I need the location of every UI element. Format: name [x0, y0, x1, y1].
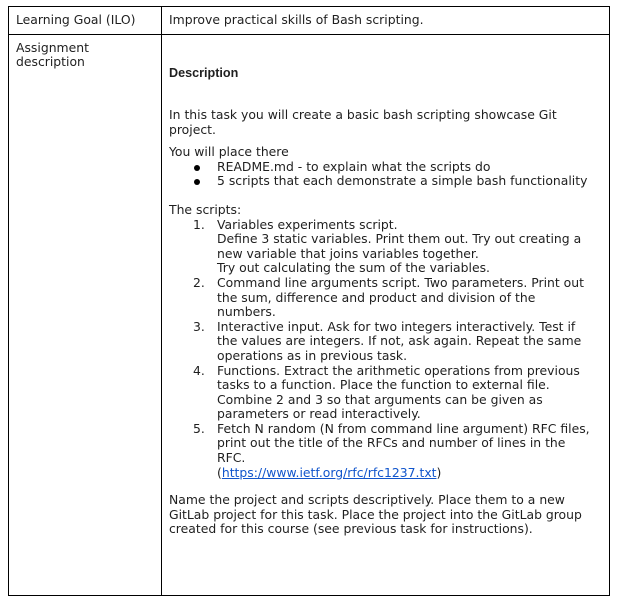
- bullet-dot-icon: [194, 179, 200, 186]
- script-item: 3. Interactive input. Ask for two intege…: [193, 318, 597, 364]
- assignment-table: Learning Goal (ILO) Improve practical sk…: [8, 6, 610, 596]
- ilo-row: Learning Goal (ILO) Improve practical sk…: [8, 6, 610, 35]
- bullet-text: 5 scripts that each demonstrate a simple…: [217, 173, 588, 189]
- script-number: 3.: [193, 318, 205, 334]
- bullet-item: 5 scripts that each demonstrate a simple…: [191, 174, 597, 189]
- assignment-label-line2: description: [16, 54, 85, 69]
- bullet-text: README.md - to explain what the scripts …: [217, 158, 491, 174]
- bullet-list: README.md - to explain what the scripts …: [169, 158, 597, 189]
- rfc-link-line: (https://www.ietf.org/rfc/rfc1237.txt): [217, 464, 597, 481]
- ilo-value: Improve practical skills of Bash scripti…: [169, 12, 424, 27]
- assignment-description-cell: Description In this task you will create…: [161, 34, 610, 596]
- rfc-link[interactable]: https://www.ietf.org/rfc/rfc1237.txt: [222, 465, 437, 480]
- script-item: 5. Fetch N random (N from command line a…: [193, 420, 597, 481]
- bullet-item: README.md - to explain what the scripts …: [191, 158, 597, 175]
- assignment-label-line1: Assignment: [16, 40, 89, 55]
- place-there-block: You will place there README.md - to expl…: [169, 145, 597, 189]
- intro-paragraph: In this task you will create a basic bas…: [169, 107, 557, 137]
- script-text: Interactive input. Ask for two integers …: [217, 318, 582, 363]
- assignment-row: Assignment description Description In th…: [8, 34, 610, 596]
- scripts-heading: The scripts:: [169, 201, 242, 217]
- assignment-label-cell: Assignment description: [8, 34, 162, 596]
- script-item: 2. Command line arguments script. Two pa…: [193, 274, 597, 320]
- script-text: Command line arguments script. Two param…: [217, 274, 584, 320]
- script-item: 4. Functions. Extract the arithmetic ope…: [193, 362, 597, 422]
- assignment-description: Description In this task you will create…: [162, 35, 597, 537]
- ilo-label: Learning Goal (ILO): [16, 12, 136, 27]
- script-text: Functions. Extract the arithmetic operat…: [217, 362, 580, 422]
- description-heading: Description: [169, 66, 239, 80]
- scripts-list: 1. Variables experiments script. Define …: [169, 216, 597, 481]
- script-number: 4.: [193, 362, 205, 378]
- script-item: 1. Variables experiments script. Define …: [193, 216, 597, 276]
- rfc-link-suffix: ): [436, 464, 442, 480]
- scripts-block: The scripts: 1. Variables experiments sc…: [169, 201, 597, 481]
- script-text: Variables experiments script. Define 3 s…: [217, 216, 582, 276]
- place-there-text: You will place there: [169, 144, 289, 160]
- bullet-dot-icon: [194, 164, 200, 171]
- script-number: 1.: [193, 216, 205, 232]
- closing-paragraph: Name the project and scripts descriptive…: [169, 492, 582, 537]
- script-text: Fetch N random (N from command line argu…: [217, 420, 590, 466]
- script-number: 2.: [193, 274, 205, 290]
- script-number: 5.: [193, 420, 205, 436]
- assignment-label: Assignment description: [9, 35, 161, 69]
- ilo-label-cell: Learning Goal (ILO): [8, 6, 162, 35]
- ilo-value-cell: Improve practical skills of Bash scripti…: [161, 6, 610, 35]
